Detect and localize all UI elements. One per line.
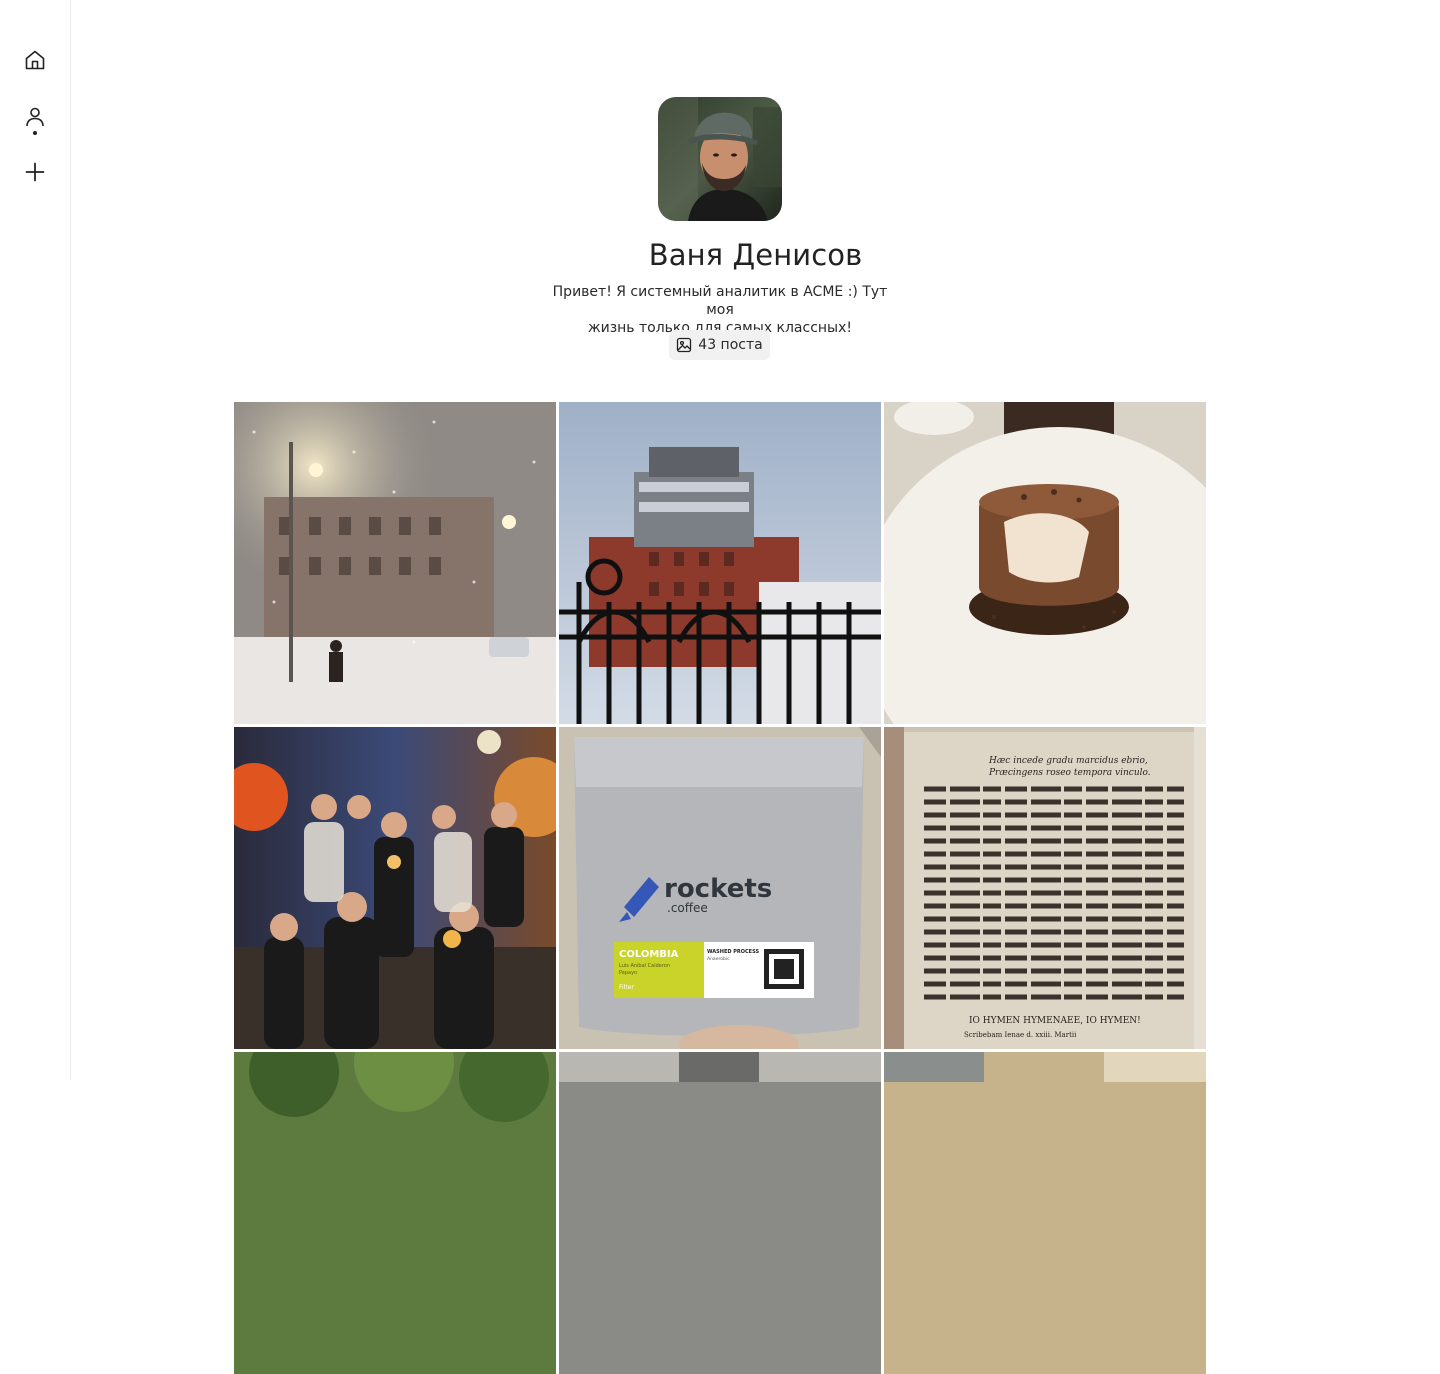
profile-bio: Привет! Я системный аналитик в ACME :) Т… [541, 283, 899, 337]
book-header-2: Præcingens roseo tempora vinculo. [988, 768, 1151, 778]
snowy-street-photo [234, 402, 556, 724]
coffee-origin: COLOMBIA [619, 949, 679, 960]
coffee-note: Anaerobic [707, 956, 730, 962]
group-photo [234, 727, 556, 1049]
post-thumbnail[interactable] [884, 1052, 1206, 1374]
coffee-process: WASHED PROCESS [707, 949, 759, 955]
dessert-photo [884, 402, 1206, 724]
coffee-method: Filter [619, 984, 634, 991]
user-icon [26, 107, 44, 127]
nav-create-button[interactable] [17, 154, 53, 190]
coffee-producer: Luis Anibal Calderon [619, 963, 670, 969]
sidebar [0, 0, 71, 1080]
avatar-photo [658, 97, 782, 221]
image-icon [677, 337, 692, 353]
trees-photo [234, 1052, 556, 1374]
book-running: Scribebam Ienae d. xxiii. Martii [964, 1031, 1077, 1039]
nav-profile-button[interactable] [17, 99, 53, 135]
post-thumbnail[interactable] [234, 402, 556, 724]
home-icon [25, 50, 45, 70]
post-thumbnail[interactable] [559, 402, 881, 724]
posts-count-badge: 43 поста [669, 330, 770, 360]
coffee-brand: rockets [664, 874, 772, 904]
posts-grid: rockets .coffee COLOMBIA Luis Anibal Cal… [234, 402, 1206, 1374]
post-thumbnail[interactable]: Hæc incede gradu marcidus ebrio, Præcing… [884, 727, 1206, 1049]
book-footer: IO HYMEN HYMENAEE, IO HYMEN! [969, 1016, 1141, 1026]
post-thumbnail[interactable] [559, 1052, 881, 1374]
post-thumbnail[interactable]: rockets .coffee COLOMBIA Luis Anibal Cal… [559, 727, 881, 1049]
post-thumbnail[interactable] [884, 402, 1206, 724]
nav-home-button[interactable] [17, 42, 53, 78]
coffee-variety: Papayo [619, 970, 637, 976]
active-indicator [33, 131, 37, 135]
interior-photo [559, 1052, 881, 1374]
building-fence-photo [559, 402, 881, 724]
book-page-photo: Hæc incede gradu marcidus ebrio, Præcing… [884, 727, 1206, 1049]
post-thumbnail[interactable] [234, 727, 556, 1049]
table-photo [884, 1052, 1206, 1374]
posts-count-label: 43 поста [698, 337, 763, 353]
profile-name: Ваня Денисов [648, 238, 863, 272]
coffee-bag-photo: rockets .coffee COLOMBIA Luis Anibal Cal… [559, 727, 881, 1049]
avatar[interactable] [658, 97, 782, 221]
book-header: Hæc incede gradu marcidus ebrio, [988, 756, 1148, 766]
bio-line-1: Привет! Я системный аналитик в ACME :) Т… [552, 284, 888, 318]
post-thumbnail[interactable] [234, 1052, 556, 1374]
coffee-brand-suffix: .coffee [667, 901, 708, 915]
plus-icon [25, 162, 45, 182]
